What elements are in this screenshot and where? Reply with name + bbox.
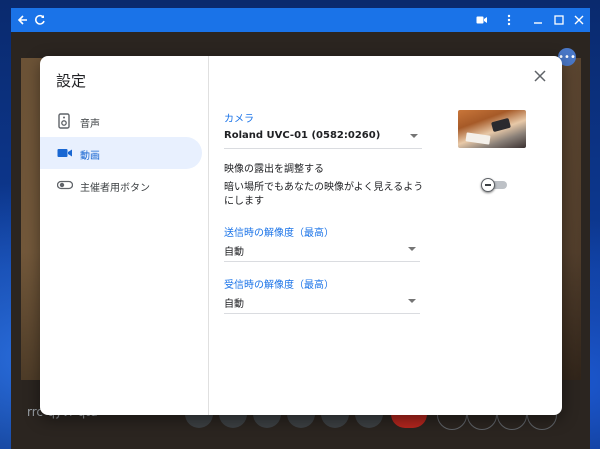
window-titlebar	[11, 8, 590, 32]
exposure-title: 映像の露出を調整する	[224, 164, 324, 175]
nav-item-label: 動画	[80, 151, 100, 162]
refresh-icon[interactable]	[28, 8, 52, 32]
camera-icon[interactable]	[470, 8, 494, 32]
dropdown-arrow-icon	[408, 247, 416, 251]
exposure-description: 暗い場所でもあなたの映像がよく見えるようにします	[224, 182, 424, 207]
settings-sidebar: 設定 音声 動画 主催者用ボタン	[40, 56, 209, 415]
camera-label: カメラ	[224, 114, 254, 125]
dropdown-arrow-icon	[408, 299, 416, 303]
settings-dialog: 設定 音声 動画 主催者用ボタン カメラ Roland UVC-01 (0582…	[40, 56, 562, 415]
close-icon[interactable]	[567, 8, 590, 32]
camera-preview	[458, 110, 526, 148]
dropdown-arrow-icon	[410, 134, 418, 138]
dialog-close-icon[interactable]	[530, 66, 550, 86]
nav-item-label: 主催者用ボタン	[80, 183, 150, 194]
send-resolution-select[interactable]: 自動	[224, 239, 420, 262]
nav-item-audio[interactable]: 音声	[40, 105, 202, 137]
camera-select[interactable]: Roland UVC-01 (0582:0260)	[224, 126, 422, 149]
more-vert-icon[interactable]	[497, 8, 521, 32]
videocam-icon	[57, 145, 72, 161]
receive-resolution-value: 自動	[224, 299, 244, 310]
speaker-icon	[57, 113, 71, 129]
nav-item-host-controls[interactable]: 主催者用ボタン	[40, 169, 202, 201]
nav-item-video[interactable]: 動画	[40, 137, 202, 169]
receive-resolution-select[interactable]: 自動	[224, 291, 420, 314]
dialog-title: 設定	[56, 72, 87, 90]
send-resolution-label: 送信時の解像度（最高）	[224, 228, 334, 239]
toggle-icon	[56, 177, 74, 193]
exposure-toggle[interactable]	[481, 178, 507, 192]
receive-resolution-label: 受信時の解像度（最高）	[224, 280, 334, 291]
send-resolution-value: 自動	[224, 247, 244, 258]
camera-select-value: Roland UVC-01 (0582:0260)	[224, 130, 381, 141]
toggle-knob	[481, 178, 495, 192]
nav-item-label: 音声	[80, 119, 100, 130]
